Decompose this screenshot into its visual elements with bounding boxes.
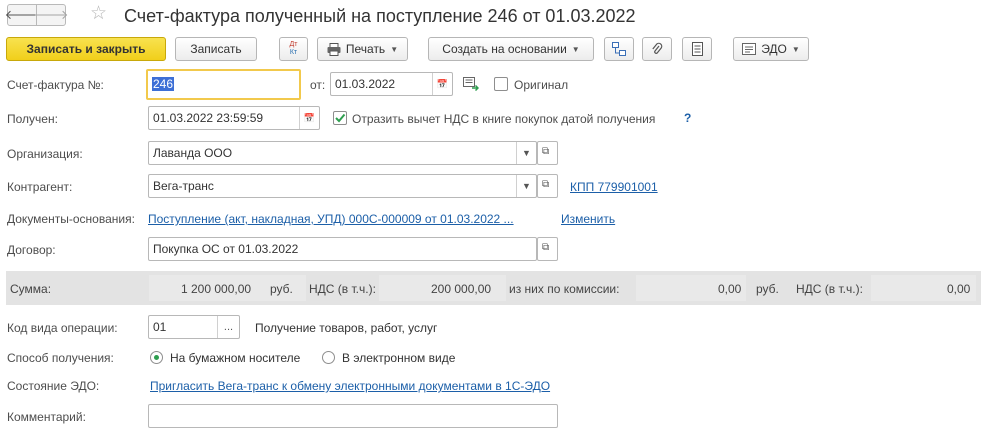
organization-input[interactable]: Лаванда ООО ▼ xyxy=(148,141,537,165)
back-button[interactable]: 🡐 xyxy=(5,4,39,26)
invoice-number-label: Счет-фактура №: xyxy=(7,78,104,92)
vat-value: 200 000,00 xyxy=(431,282,492,296)
radio-electronic[interactable] xyxy=(322,351,335,364)
invoice-number-input[interactable]: 246 xyxy=(146,69,301,100)
base-document-link[interactable]: Поступление (акт, накладная, УПД) 000С-0… xyxy=(148,212,514,226)
chevron-down-icon: ▼ xyxy=(571,44,580,54)
chevron-down-icon[interactable]: ▼ xyxy=(516,175,536,197)
organization-label: Организация: xyxy=(7,147,83,161)
attach-button[interactable] xyxy=(642,37,672,61)
print-button[interactable]: Печать ▼ xyxy=(317,37,408,61)
radio-paper[interactable] xyxy=(150,351,163,364)
dt-kt-button[interactable]: Дт Кт xyxy=(279,37,308,61)
save-button[interactable]: Записать xyxy=(175,37,257,61)
edo-state-label: Состояние ЭДО: xyxy=(7,379,100,393)
kpp-link[interactable]: КПП 779901001 xyxy=(570,180,658,194)
help-icon[interactable]: ? xyxy=(684,111,691,125)
open-contract-button[interactable]: ⧉ xyxy=(537,237,558,261)
select-button[interactable]: ... xyxy=(217,316,239,338)
radio-dot-icon xyxy=(154,355,159,360)
open-icon: ⧉ xyxy=(542,242,550,253)
operation-code-input[interactable]: 01 ... xyxy=(148,315,240,339)
calendar-icon[interactable]: 📅 xyxy=(432,73,452,95)
open-organization-button[interactable]: ⧉ xyxy=(537,141,558,165)
load-from-file-icon[interactable] xyxy=(463,77,479,91)
comment-input[interactable] xyxy=(148,404,558,428)
sum-label: Сумма: xyxy=(10,282,52,296)
original-checkbox[interactable] xyxy=(494,77,508,91)
dt-kt-icon: Дт xyxy=(289,41,298,48)
page-title: Счет-фактура полученный на поступление 2… xyxy=(124,6,636,26)
operation-code-description: Получение товаров, работ, услуг xyxy=(255,321,438,335)
operation-code-label: Код вида операции: xyxy=(7,321,118,335)
commission-currency: руб. xyxy=(756,282,779,296)
contract-label: Договор: xyxy=(7,243,56,257)
contract-input[interactable]: Покупка ОС от 01.03.2022 xyxy=(148,237,537,261)
radio-paper-label: На бумажном носителе xyxy=(170,351,301,365)
forward-button[interactable]: 🡒 xyxy=(33,4,69,26)
post-and-close-button[interactable]: Записать и закрыть xyxy=(6,37,166,61)
report-button[interactable] xyxy=(682,37,712,61)
vat-deduction-label: Отразить вычет НДС в книге покупок датой… xyxy=(352,112,656,126)
counterparty-label: Контрагент: xyxy=(7,180,73,194)
vat-label: НДС (в т.ч.): xyxy=(309,282,376,296)
base-documents-label: Документы-основания: xyxy=(7,212,135,226)
arrow-right-icon: 🡒 xyxy=(33,7,69,22)
open-icon: ⧉ xyxy=(542,146,550,157)
list-document-icon xyxy=(691,42,703,56)
totals-band: Сумма: 1 200 000,00 руб. НДС (в т.ч.): 2… xyxy=(6,271,981,305)
chevron-down-icon[interactable]: ▼ xyxy=(516,142,536,164)
edo-invite-link[interactable]: Пригласить Вега-транс к обмену электронн… xyxy=(150,379,550,393)
commission-value: 0,00 xyxy=(718,282,742,296)
edo-button[interactable]: ЭДО ▼ xyxy=(733,37,809,61)
printer-icon xyxy=(327,42,341,56)
structure-button[interactable] xyxy=(604,37,634,61)
counterparty-input[interactable]: Вега-транс ▼ xyxy=(148,174,537,198)
checkmark-icon xyxy=(335,113,346,123)
original-label: Оригинал xyxy=(514,78,569,92)
paperclip-icon xyxy=(652,42,663,54)
invoice-date-label: от: xyxy=(310,78,326,92)
radio-electronic-label: В электронном виде xyxy=(342,351,456,365)
sum-value: 1 200 000,00 xyxy=(181,282,252,296)
chevron-down-icon: ▼ xyxy=(390,44,399,54)
open-counterparty-button[interactable]: ⧉ xyxy=(537,174,558,198)
create-based-on-button[interactable]: Создать на основании ▼ xyxy=(428,37,594,61)
received-label: Получен: xyxy=(7,112,58,126)
comment-label: Комментарий: xyxy=(7,410,86,424)
document-structure-icon xyxy=(612,42,626,56)
change-base-documents-link[interactable]: Изменить xyxy=(561,212,615,226)
receipt-method-label: Способ получения: xyxy=(7,351,114,365)
received-datetime-input[interactable]: 01.03.2022 23:59:59 📅 xyxy=(148,106,320,130)
calendar-icon[interactable]: 📅 xyxy=(299,107,319,129)
invoice-date-input[interactable]: 01.03.2022 📅 xyxy=(330,72,453,96)
edo-icon xyxy=(742,43,757,55)
vat-deduction-checkbox[interactable] xyxy=(333,111,347,125)
commission-vat-label: НДС (в т.ч.): xyxy=(796,282,863,296)
chevron-down-icon: ▼ xyxy=(791,44,800,54)
commission-label: из них по комиссии: xyxy=(509,282,620,296)
commission-vat-value: 0,00 xyxy=(947,282,971,296)
sum-currency: руб. xyxy=(270,282,293,296)
favorite-star-icon[interactable]: ☆ xyxy=(90,2,107,26)
open-icon: ⧉ xyxy=(542,179,550,190)
